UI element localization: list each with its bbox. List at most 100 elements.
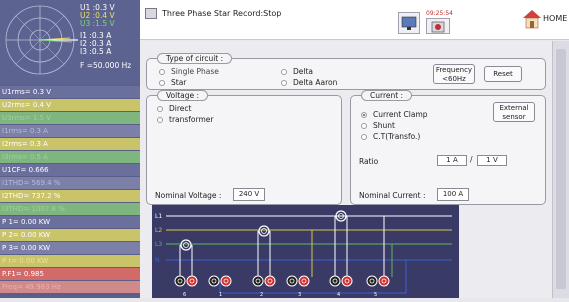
radio-ct-transfo[interactable]: C.T(Transfo.) <box>361 132 420 141</box>
radio-dot-icon <box>281 69 287 75</box>
measurement-row: I1THD= 569.4 % <box>0 176 140 190</box>
terminal-red-icon <box>186 275 198 287</box>
delta-aaron-label: Delta Aaron <box>293 78 338 87</box>
wiring-diagram: L1 L2 L3 N 6 1 2 3 4 5 <box>152 205 459 298</box>
radio-transformer[interactable]: transformer <box>157 115 213 124</box>
phasor-circle-icon <box>5 5 78 75</box>
measurement-row: I1rms= 0.3 A <box>0 124 140 138</box>
clamp-3-icon <box>180 239 192 251</box>
ct-label: C.T(Transfo.) <box>373 132 421 141</box>
terminal-label-4: 4 <box>337 292 340 298</box>
terminal-black-icon <box>366 275 378 287</box>
radio-delta[interactable]: Delta <box>281 67 313 76</box>
record-button[interactable] <box>426 18 450 34</box>
nominal-voltage-field[interactable]: 240 V <box>233 188 265 201</box>
radio-single-phase[interactable]: Single Phase <box>159 67 219 76</box>
terminal-black-icon <box>208 275 220 287</box>
radio-current-clamp[interactable]: Current Clamp <box>361 110 428 119</box>
terminal-black-icon <box>252 275 264 287</box>
vertical-scrollbar[interactable] <box>552 41 569 298</box>
radio-dot-icon <box>361 134 367 140</box>
home-label[interactable]: HOME <box>543 14 567 23</box>
measurement-sidebar: U1 :0.3 V U2 :0.4 V U3 :1.5 V I1 :0.3 A … <box>0 0 140 298</box>
external-sensor-line1: External <box>499 104 529 112</box>
transformer-label: transformer <box>169 115 214 124</box>
clamp-2-icon <box>258 225 270 237</box>
terminal-red-icon <box>341 275 353 287</box>
label-l1: L1 <box>155 213 162 220</box>
label-l2: L2 <box>155 227 162 234</box>
radio-dot-icon <box>157 106 163 112</box>
terminal-black-icon <box>174 275 186 287</box>
direct-label: Direct <box>169 104 192 113</box>
voltage-title: Voltage : <box>157 90 209 101</box>
clamp-3-inner-icon <box>183 242 189 248</box>
radio-shunt[interactable]: Shunt <box>361 121 395 130</box>
phasor-i3: I3 :0.5 A <box>80 47 112 56</box>
terminal-label-5: 5 <box>374 292 377 298</box>
frequency-button-line1: Frequency <box>435 66 473 74</box>
monitor-button[interactable] <box>398 12 420 34</box>
measurement-list: U1rms= 0.3 V U2rms= 0.4 V U3rms= 1.5 V I1rm… <box>0 86 140 294</box>
nominal-current-field[interactable]: 100 A <box>437 188 469 201</box>
terminal-red-icon <box>220 275 232 287</box>
measurement-row: P t= 0.00 KW <box>0 254 140 268</box>
scrollbar-thumb[interactable] <box>556 49 566 289</box>
home-button[interactable] <box>522 8 542 30</box>
external-sensor-button[interactable]: External sensor <box>493 102 535 122</box>
measurement-row: U1rms= 0.3 V <box>0 86 140 99</box>
record-small-icon <box>431 21 445 33</box>
reset-button[interactable]: Reset <box>484 66 522 82</box>
terminal-label-1: 1 <box>219 292 222 298</box>
phasor-diagram: U1 :0.3 V U2 :0.4 V U3 :1.5 V I1 :0.3 A … <box>0 0 140 85</box>
radio-dot-selected-icon <box>361 112 367 118</box>
radio-direct[interactable]: Direct <box>157 104 191 113</box>
label-l3: L3 <box>155 241 162 248</box>
ratio-separator: / <box>470 155 473 164</box>
radio-delta-aaron[interactable]: Delta Aaron <box>281 78 337 87</box>
terminal-label-2: 2 <box>260 292 263 298</box>
wiring-diagram-svg: L1 L2 L3 N 6 1 2 3 4 5 <box>155 210 452 298</box>
shunt-label: Shunt <box>373 121 395 130</box>
home-icon <box>523 10 541 29</box>
measurement-row: I2THD= 737.2 % <box>0 189 140 203</box>
star-label: Star <box>171 78 187 87</box>
measurement-row: I3THD= 1007.8 % <box>0 202 140 216</box>
radio-dot-icon <box>361 123 367 129</box>
terminal-black-icon <box>286 275 298 287</box>
measurement-row: Freq= 49.983 Hz <box>0 280 140 294</box>
terminal-black-icon <box>329 275 341 287</box>
nominal-current-label: Nominal Current : <box>359 191 426 200</box>
terminal-label-3: 3 <box>298 292 301 298</box>
measurement-row: I2rms= 0.3 A <box>0 137 140 151</box>
radio-star[interactable]: Star <box>159 78 186 87</box>
top-toolbar: Three Phase Star Record:Stop 09:25:54 HO… <box>140 0 569 40</box>
ratio-label: Ratio <box>359 157 379 166</box>
nominal-voltage-label: Nominal Voltage : <box>155 191 222 200</box>
label-n: N <box>155 257 160 264</box>
ratio-secondary-field[interactable]: 1 V <box>477 155 507 166</box>
monitor-icon <box>401 16 417 30</box>
delta-label: Delta <box>293 67 314 76</box>
radio-dot-icon <box>157 117 163 123</box>
radio-dot-icon <box>281 80 287 86</box>
phasor-frequency: F =50.000 Hz <box>80 61 132 70</box>
measurement-row: U2rms= 0.4 V <box>0 98 140 112</box>
measurement-row: U1CF= 0.666 <box>0 163 140 177</box>
terminal-label-6: 6 <box>183 292 186 298</box>
record-icon[interactable] <box>145 8 157 19</box>
measurement-row: P 1= 0.00 KW <box>0 215 140 229</box>
ratio-primary-field[interactable]: 1 A <box>437 155 467 166</box>
measurement-row: U3rms= 1.5 V <box>0 111 140 125</box>
frequency-button[interactable]: Frequency <60Hz <box>433 64 475 84</box>
clock-time: 09:25:54 <box>426 10 453 17</box>
frequency-button-line2: <60Hz <box>442 75 466 83</box>
current-group: Current : Current Clamp Shunt C.T(Transf… <box>350 90 546 205</box>
measurement-row: I3rms= 0.5 A <box>0 150 140 164</box>
measurement-row: P 3= 0.00 KW <box>0 241 140 255</box>
phasor-u3: U3 :1.5 V <box>80 19 115 28</box>
external-sensor-line2: sensor <box>502 113 526 121</box>
terminal-red-icon <box>264 275 276 287</box>
single-phase-label: Single Phase <box>171 67 219 76</box>
voltage-group: Voltage : Direct transformer Nominal Vol… <box>146 90 342 205</box>
